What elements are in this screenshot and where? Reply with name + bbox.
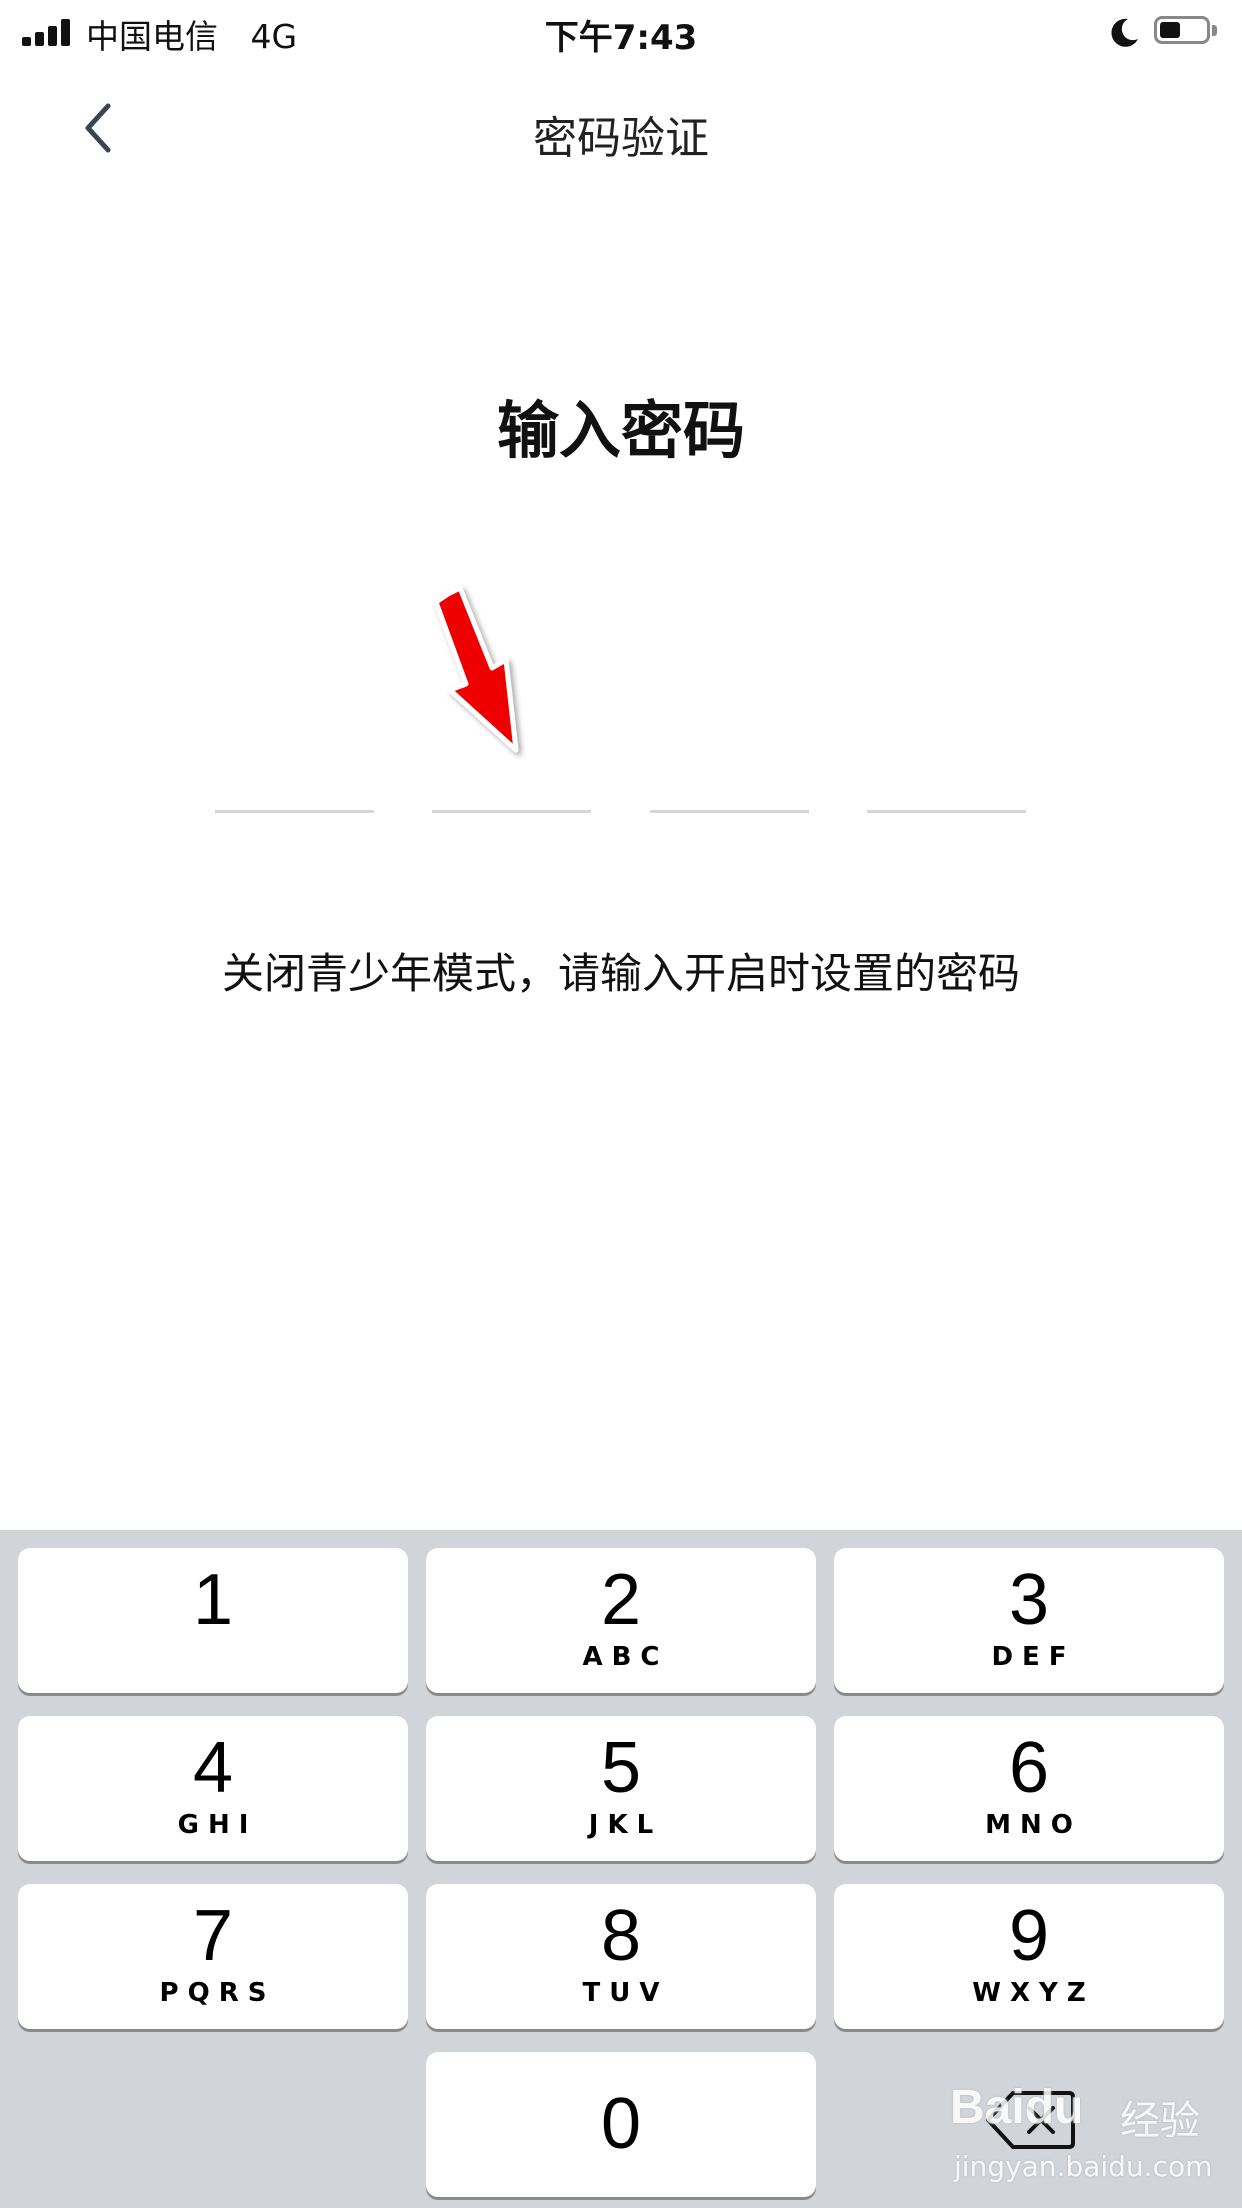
baidu-jingyan-watermark: Baidu 经验 jingyan.baidu.com: [950, 2080, 1230, 2200]
key-digit: 5: [600, 1728, 642, 1808]
key-letters: MNO: [985, 1810, 1082, 1840]
key-1[interactable]: 1: [18, 1548, 408, 1693]
pin-slot-4[interactable]: [867, 810, 1026, 813]
key-8[interactable]: 8 TUV: [426, 1884, 816, 2029]
red-arrow-annotation: [433, 585, 519, 753]
battery-tip: [1212, 25, 1217, 36]
pin-slot-3[interactable]: [650, 810, 809, 813]
watermark-logo: Baidu: [950, 2081, 1084, 2134]
key-digit: 3: [1008, 1560, 1050, 1640]
key-4[interactable]: 4 GHI: [18, 1716, 408, 1861]
moon-icon: [1111, 18, 1138, 47]
key-letters: PQRS: [159, 1978, 276, 2008]
hint-text: 关闭青少年模式，请输入开启时设置的密码: [221, 949, 1020, 998]
password-heading: 输入密码: [496, 394, 745, 467]
key-digit: 7: [192, 1896, 234, 1976]
key-digit: 0: [600, 2084, 642, 2164]
key-letters: ABC: [582, 1642, 669, 1672]
key-9[interactable]: 9 WXYZ: [834, 1884, 1224, 2029]
status-time: 下午7:43: [544, 18, 698, 58]
key-digit: 8: [600, 1896, 642, 1976]
key-digit: 4: [192, 1728, 234, 1808]
key-digit: 2: [600, 1560, 642, 1640]
battery-level: [1160, 22, 1180, 38]
status-bar: 中国电信 4G 下午7:43: [0, 0, 1242, 62]
key-0[interactable]: 0: [426, 2052, 816, 2197]
key-6[interactable]: 6 MNO: [834, 1716, 1224, 1861]
key-digit: 6: [1008, 1728, 1050, 1808]
pin-slot-2[interactable]: [432, 810, 591, 813]
key-3[interactable]: 3 DEF: [834, 1548, 1224, 1693]
key-letters: JKL: [588, 1810, 663, 1840]
key-5[interactable]: 5 JKL: [426, 1716, 816, 1861]
battery-icon: [1154, 16, 1210, 44]
watermark-url: jingyan.baidu.com: [954, 2150, 1213, 2183]
key-digit: 9: [1008, 1896, 1050, 1976]
pin-slot-1[interactable]: [215, 810, 374, 813]
key-letters: TUV: [582, 1978, 669, 2008]
watermark-brand: 经验: [1120, 2098, 1200, 2144]
key-letters: WXYZ: [972, 1978, 1095, 2008]
key-letters: GHI: [177, 1810, 258, 1840]
key-digit: 1: [192, 1560, 234, 1640]
key-letters: DEF: [991, 1642, 1076, 1672]
key-7[interactable]: 7 PQRS: [18, 1884, 408, 2029]
page-title: 密码验证: [533, 113, 709, 164]
key-2[interactable]: 2 ABC: [426, 1548, 816, 1693]
